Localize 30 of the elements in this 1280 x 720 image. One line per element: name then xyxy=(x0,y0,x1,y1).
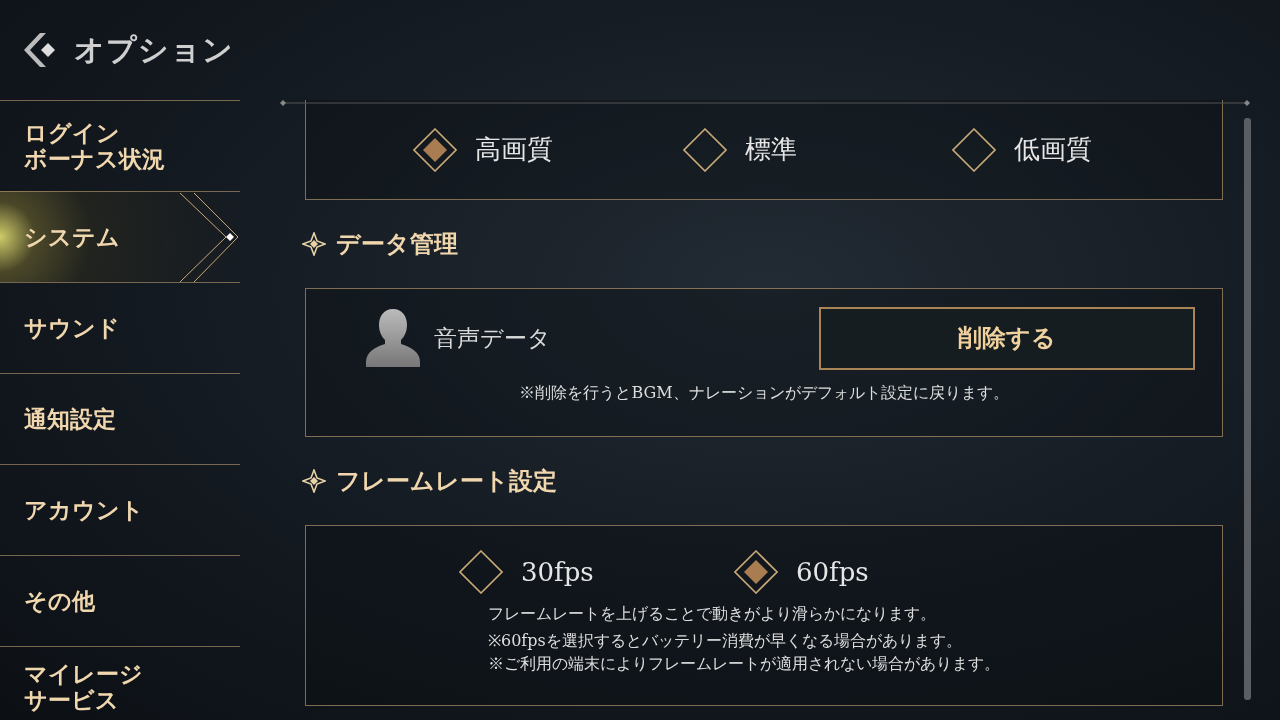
sidebar-item[interactable]: サウンド xyxy=(0,282,240,373)
radio-icon[interactable] xyxy=(682,127,727,172)
section-title: フレームレート設定 xyxy=(336,465,557,497)
sidebar-item[interactable]: マイレージ サービス xyxy=(0,646,240,718)
data-label: 音声データ xyxy=(434,323,552,353)
section-title: データ管理 xyxy=(336,228,458,260)
radio-selected-icon[interactable] xyxy=(734,550,778,594)
option-label: 低画質 xyxy=(1014,133,1093,166)
option-label: 標準 xyxy=(744,133,797,166)
option-label: 高画質 xyxy=(475,133,553,166)
delete-button[interactable]: 削除する xyxy=(819,306,1195,370)
radio-icon[interactable] xyxy=(459,550,503,594)
radio-selected-icon[interactable] xyxy=(413,127,457,172)
note-text: ※ご利用の端末によりフレームレートが適用されない場合があります。 xyxy=(488,653,1000,676)
scrollbar[interactable] xyxy=(1244,118,1251,700)
sidebar-item[interactable]: アカウント xyxy=(0,464,240,555)
sparkle-icon xyxy=(302,232,326,256)
person-silhouette-icon xyxy=(364,307,422,369)
sparkle-icon xyxy=(302,469,326,493)
note-text: ※削除を行うとBGM、ナレーションがデフォルト設定に戻ります。 xyxy=(518,382,1010,404)
page-title: オプション xyxy=(74,30,234,69)
sidebar-item[interactable]: その他 xyxy=(0,555,240,646)
note-text: フレームレートを上げることで動きがより滑らかになります。 xyxy=(488,603,936,625)
sidebar-item[interactable]: 通知設定 xyxy=(0,373,240,464)
sidebar-item[interactable]: ログイン ボーナス状況 xyxy=(0,100,240,191)
sidebar-item[interactable]: システム xyxy=(0,191,240,282)
option-label: 60fps xyxy=(796,557,869,587)
radio-icon[interactable] xyxy=(952,127,997,172)
note-text: ※60fpsを選択するとバッテリー消費が早くなる場合があります。 xyxy=(488,630,962,653)
option-label: 30fps xyxy=(521,557,594,587)
